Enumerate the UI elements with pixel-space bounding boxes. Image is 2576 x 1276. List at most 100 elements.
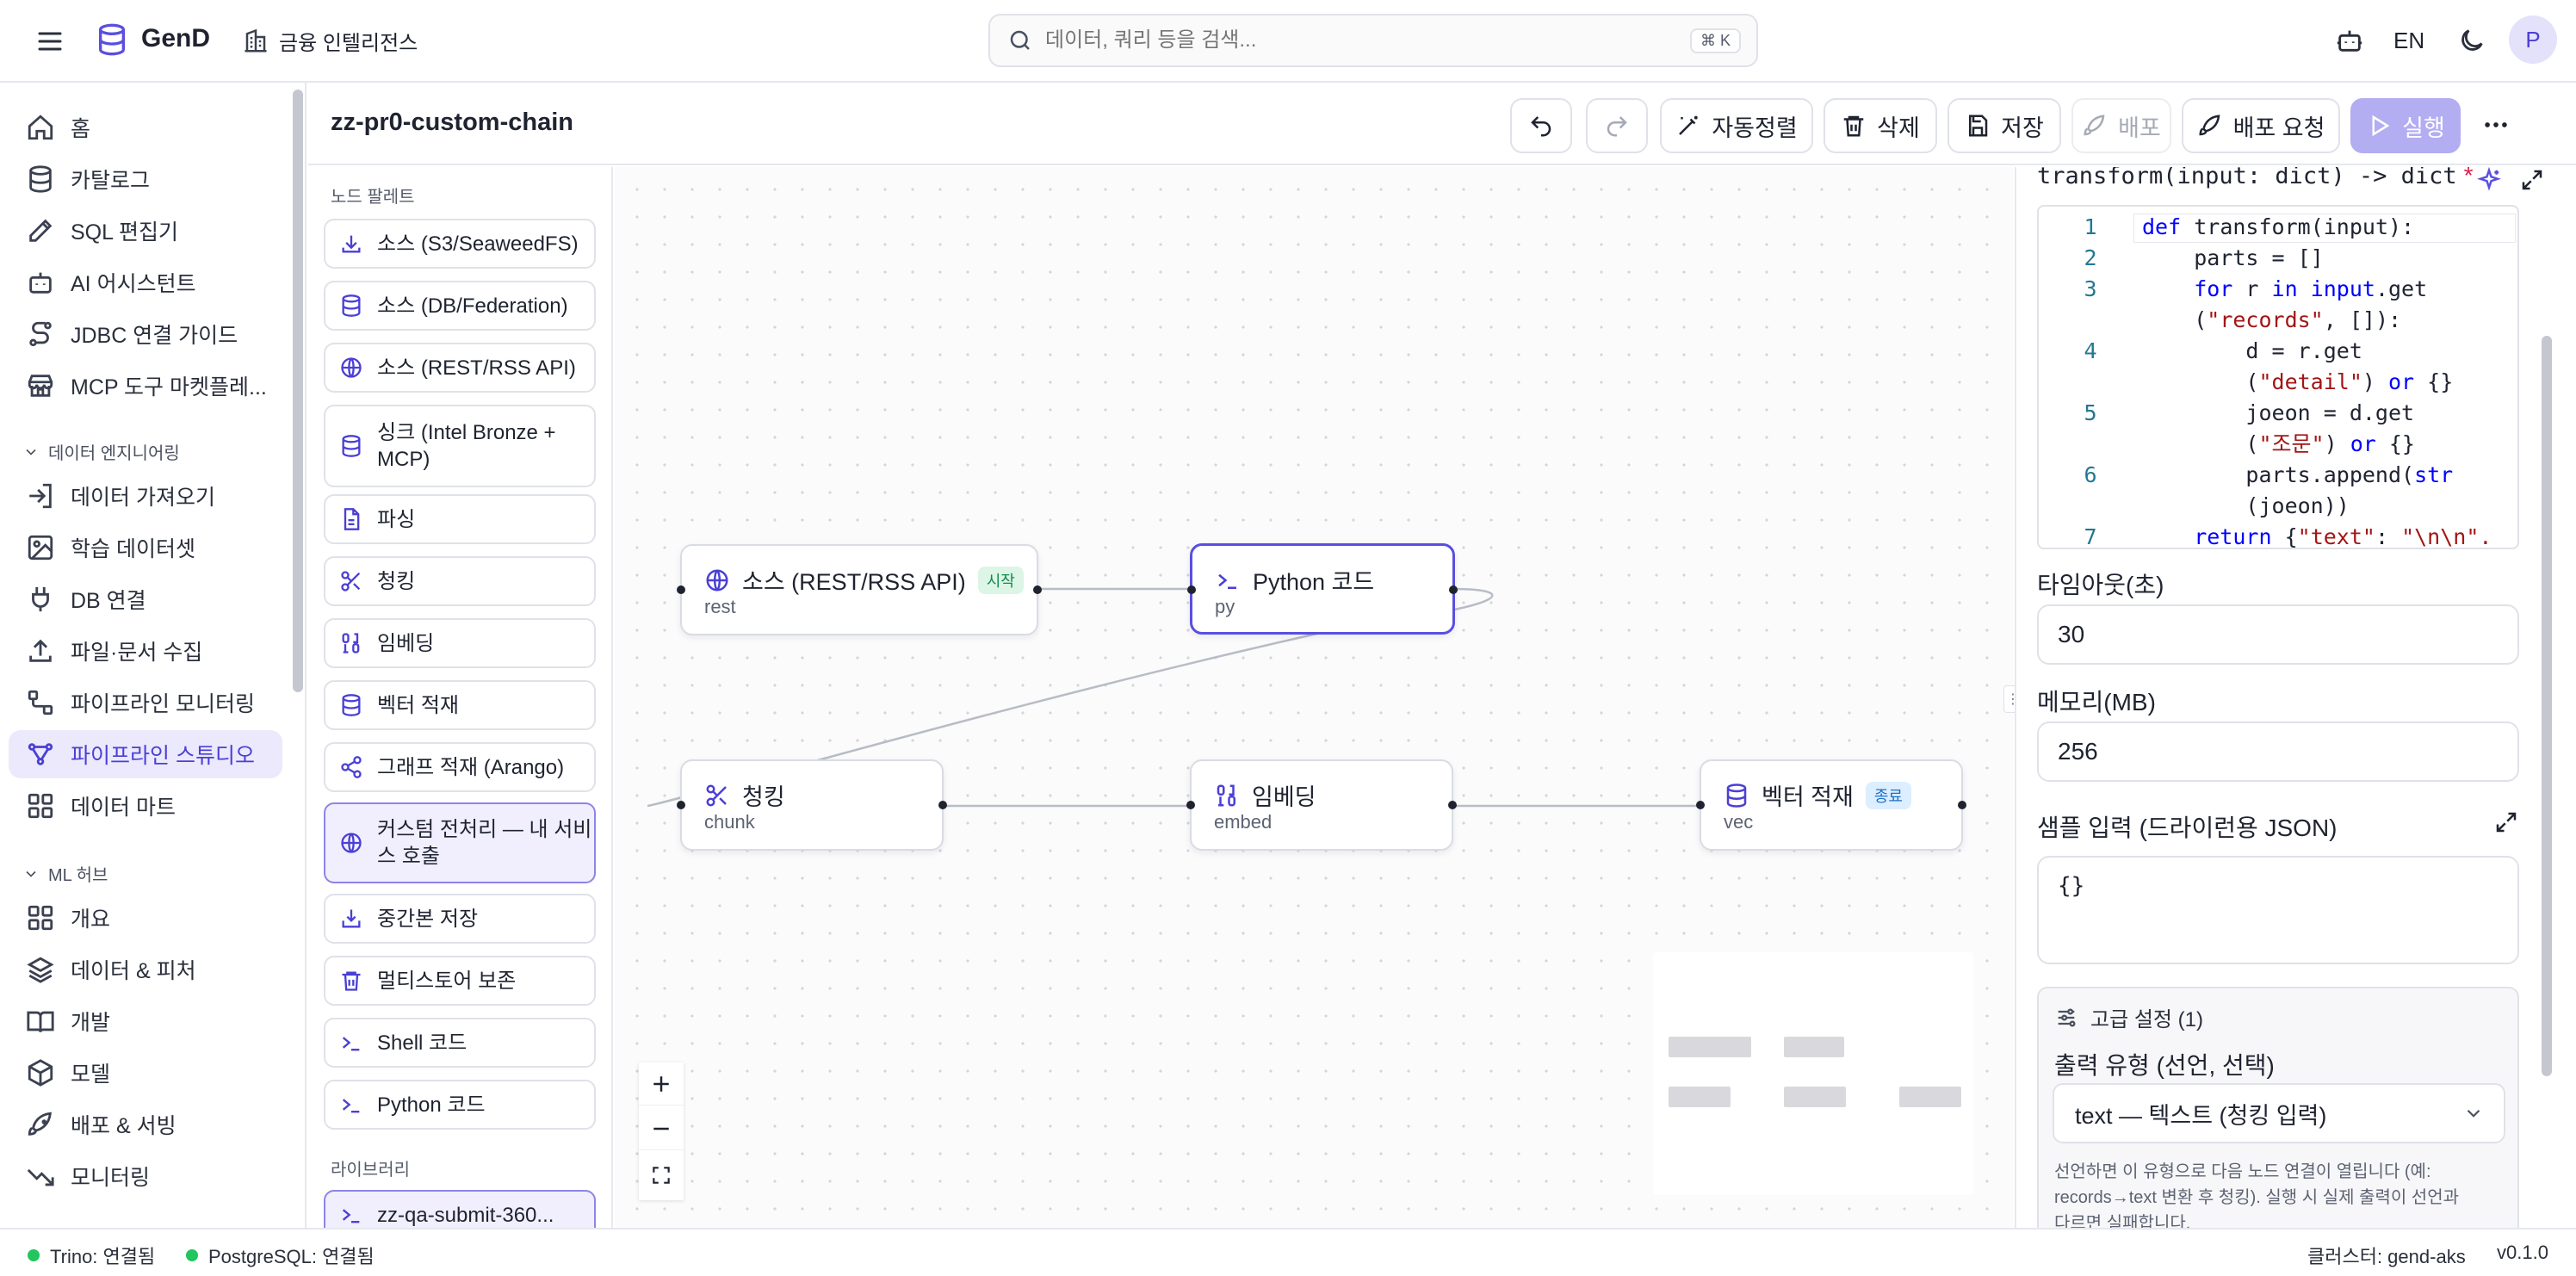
node-subtitle: rest [704,596,736,617]
terminal-icon [342,1037,360,1051]
memory-label: 메모리(MB) [2037,689,2156,715]
node-input-handle[interactable] [1187,585,1196,594]
sidebar-item-db-connections[interactable]: DB 연결 [9,575,282,623]
ai-sparkle-icon[interactable] [2476,167,2502,193]
palette-item-source-rest[interactable]: 소스 (REST/RSS API) [324,343,596,393]
library-item[interactable]: zz-qa-submit-360... [324,1190,596,1228]
expand-code-icon[interactable] [2519,167,2545,193]
sidebar-item-pipeline-monitoring[interactable]: 파이프라인 모니터링 [9,678,282,727]
palette-item-multistore[interactable]: 멀티스토어 보존 [324,956,596,1006]
palette-item-chunk[interactable]: 청킹 [324,556,596,606]
deploy-button[interactable]: 배포 [2071,98,2171,153]
sidebar-item-data-import[interactable]: 데이터 가져오기 [9,472,282,520]
code-line: d = r.get [2142,338,2362,363]
sidebar-item-monitoring[interactable]: 모니터링 [9,1152,282,1200]
node-output-handle[interactable] [1958,801,1966,809]
node-rest-source[interactable]: 소스 (REST/RSS API) 시작 rest [677,544,1042,635]
code-line: joeon = d.get [2142,400,2415,425]
sidebar-item-sql-editor[interactable]: SQL 편집기 [9,207,282,255]
section-data-engineering[interactable]: 데이터 엔지니어링 [22,439,180,464]
workspace-switcher[interactable]: 금융 인텔리전스 [243,26,418,56]
node-title: Python 코드 [1215,563,1374,597]
search-bar[interactable]: ⌘ K [988,14,1758,67]
status-dot [28,1249,40,1261]
search-input[interactable] [1045,28,1648,53]
sidebar-item-development[interactable]: 개발 [9,997,282,1045]
node-output-handle[interactable] [938,801,947,809]
palette-item-sink-intel[interactable]: 싱크 (Intel Bronze + MCP) [324,405,596,487]
pipeline-canvas[interactable]: 소스 (REST/RSS API) 시작 rest Python 코드 py 청… [615,167,2013,1228]
language-toggle[interactable]: EN [2393,28,2424,54]
node-output-handle[interactable] [1448,801,1457,809]
fit-view-button[interactable] [639,1154,684,1197]
sidebar-item-ml-overview[interactable]: 개요 [9,894,282,942]
node-output-handle[interactable] [1033,585,1042,594]
sidebar-item-pipeline-studio[interactable]: 파이프라인 스튜디오 [9,730,282,778]
palette-item-parse[interactable]: 파싱 [324,494,596,544]
auto-layout-button[interactable]: 자동정렬 [1660,98,1813,153]
sidebar-item-mcp-marketplace[interactable]: MCP 도구 마켓플레... [9,362,282,410]
more-options-icon[interactable] [2481,110,2511,139]
app-name[interactable]: GenD [141,24,210,53]
sidebar-scrollbar[interactable] [293,90,303,692]
advanced-toggle[interactable]: 고급 설정 (1) [2054,1002,2203,1032]
node-chunking[interactable]: 청킹 chunk [677,759,947,851]
sidebar-item-models[interactable]: 모델 [9,1049,282,1097]
node-embedding[interactable]: 임베딩 embed [1186,759,1457,851]
palette-item-source-db[interactable]: 소스 (DB/Federation) [324,281,596,331]
palette-item-label: 싱크 (Intel Bronze + MCP) [377,421,556,471]
code-line-number: 3 [2084,276,2097,301]
advanced-settings: 고급 설정 (1) 출력 유형 (선언, 선택) text — 텍스트 (청킹 … [2037,987,2519,1228]
output-type-select[interactable]: text — 텍스트 (청킹 입력) [2053,1083,2505,1143]
palette-item-intermediate-save[interactable]: 중간본 저장 [324,894,596,944]
section-ml-hub[interactable]: ML 허브 [22,861,108,886]
sidebar-item-label: 학습 데이터셋 [71,537,195,561]
palette-item-custom-preprocess[interactable]: 커스텀 전처리 — 내 서비스 호출 [324,802,596,883]
palette-item-shell-code[interactable]: Shell 코드 [324,1018,596,1068]
sidebar-item-ai-assistant[interactable]: AI 어시스턴트 [9,258,282,307]
palette-item-source-s3[interactable]: 소스 (S3/SeaweedFS) [324,219,596,269]
sidebar-item-file-ingest[interactable]: 파일·문서 수집 [9,627,282,675]
palette-item-embed[interactable]: 임베딩 [324,618,596,668]
node-output-handle[interactable] [1449,585,1458,594]
sidebar-item-home[interactable]: 홈 [9,103,282,152]
code-editor[interactable]: 1 def transform(input): 2 parts = [] 3 for … [2037,205,2519,549]
palette-item-graph-load[interactable]: 그래프 적재 (Arango) [324,742,596,792]
sidebar-item-data-features[interactable]: 데이터 & 피처 [9,945,282,994]
sample-input-textarea[interactable]: {} [2037,856,2519,964]
pipeline-title[interactable]: zz-pr0-custom-chain [331,108,573,137]
palette-item-python-code[interactable]: Python 코드 [324,1080,596,1130]
palette-item-vector-load[interactable]: 벡터 적재 [324,680,596,730]
save-button[interactable]: 저장 [1947,98,2061,153]
save-down-icon [342,909,361,928]
avatar[interactable]: P [2509,15,2557,64]
node-python-code[interactable]: Python 코드 py [1187,543,1458,635]
node-input-handle[interactable] [1186,801,1195,809]
node-input-handle[interactable] [1696,801,1705,809]
sidebar-item-catalog[interactable]: 카탈로그 [9,155,282,203]
palette-item-label: Python 코드 [377,1093,486,1117]
moon-icon[interactable] [2457,26,2486,55]
section-label: 데이터 엔지니어링 [48,444,180,463]
sidebar-item-data-mart[interactable]: 데이터 마트 [9,782,282,830]
sidebar-item-training-datasets[interactable]: 학습 데이터셋 [9,523,282,572]
node-input-handle[interactable] [677,585,685,594]
timeout-input[interactable]: 30 [2037,604,2519,665]
sidebar-item-deploy-serving[interactable]: 배포 & 서빙 [9,1100,282,1149]
zoom-out-button[interactable] [639,1107,684,1150]
run-button[interactable]: 실행 [2350,98,2461,153]
zoom-in-button[interactable] [639,1062,684,1106]
node-vector-load[interactable]: 벡터 적재 종료 vec [1696,759,1966,851]
assistant-bot-icon[interactable] [2335,26,2364,55]
sidebar-item-jdbc-guide[interactable]: JDBC 연결 가이드 [9,310,282,358]
inspector-scrollbar[interactable] [2542,336,2552,1076]
node-input-handle[interactable] [677,801,685,809]
undo-button[interactable] [1510,98,1572,153]
menu-icon[interactable] [34,26,65,57]
memory-input[interactable]: 256 [2037,722,2519,782]
deploy-request-button[interactable]: 배포 요청 [2182,98,2340,153]
redo-button[interactable] [1586,98,1648,153]
delete-button[interactable]: 삭제 [1824,98,1937,153]
minimap[interactable] [1653,952,1973,1195]
expand-sample-icon[interactable] [2493,809,2519,835]
